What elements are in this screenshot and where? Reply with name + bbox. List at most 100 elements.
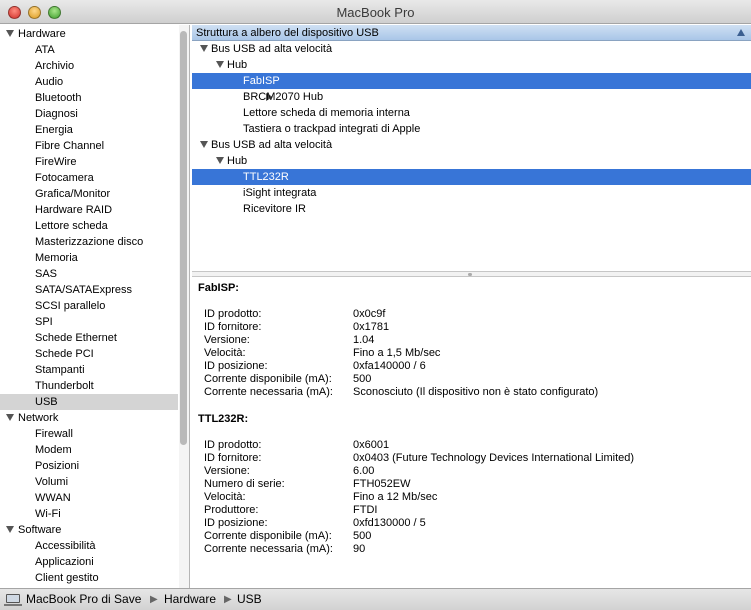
sidebar-item-energia[interactable]: Energia: [0, 122, 178, 138]
sidebar-item-lettore-scheda[interactable]: Lettore scheda: [0, 218, 178, 234]
sidebar-item-label: WWAN: [35, 492, 71, 504]
sidebar-item-modem[interactable]: Modem: [0, 442, 178, 458]
sidebar-item-sata-sataexpress[interactable]: SATA/SATAExpress: [0, 282, 178, 298]
sidebar-item-memoria[interactable]: Memoria: [0, 250, 178, 266]
sidebar-item-wwan[interactable]: WWAN: [0, 490, 178, 506]
disclosure-triangle-icon[interactable]: [6, 526, 14, 533]
tree-row[interactable]: Hub: [192, 57, 751, 73]
disclosure-triangle-icon[interactable]: [6, 414, 14, 421]
property-label: ID prodotto:: [204, 308, 262, 320]
property-label: Corrente necessaria (mA):: [204, 386, 333, 398]
sidebar-item-schede-ethernet[interactable]: Schede Ethernet: [0, 330, 178, 346]
sidebar-item-label: SATA/SATAExpress: [35, 284, 132, 296]
property-label: Velocità:: [204, 347, 246, 359]
disclosure-expanded-icon[interactable]: [216, 157, 224, 164]
sidebar-item-ata[interactable]: ATA: [0, 42, 178, 58]
sidebar-item-label: Grafica/Monitor: [35, 188, 111, 200]
tree-row[interactable]: iSight integrata: [192, 185, 751, 201]
sidebar-item-label: Energia: [35, 124, 73, 136]
property-label: ID posizione:: [204, 360, 268, 372]
tree-row-label: Bus USB ad alta velocità: [211, 139, 333, 151]
tree-row[interactable]: Tastiera o trackpad integrati di Apple: [192, 121, 751, 137]
sidebar-item-diagnosi[interactable]: Diagnosi: [0, 106, 178, 122]
property-value: Sconosciuto (Il dispositivo non è stato …: [353, 386, 599, 398]
property-label: Corrente necessaria (mA):: [204, 543, 333, 555]
property-label: ID fornitore:: [204, 321, 262, 333]
disclosure-expanded-icon[interactable]: [216, 61, 224, 68]
tree-row[interactable]: TTL232R: [192, 169, 751, 185]
tree-row[interactable]: Ricevitore IR: [192, 201, 751, 217]
sidebar-item-stampanti[interactable]: Stampanti: [0, 362, 178, 378]
sidebar-item-sas[interactable]: SAS: [0, 266, 178, 282]
system-information-window: MacBook Pro Hardware ATA Archivio Audio Blue…: [0, 0, 751, 610]
sidebar-item-audio[interactable]: Audio: [0, 74, 178, 90]
sidebar-item-masterizzazione-disco[interactable]: Masterizzazione disco: [0, 234, 178, 250]
sidebar-item-spi[interactable]: SPI: [0, 314, 178, 330]
sidebar-item-posizioni[interactable]: Posizioni: [0, 458, 178, 474]
tree-row-label: Lettore scheda di memoria interna: [243, 107, 410, 119]
sidebar-group-software[interactable]: Software: [0, 522, 178, 538]
sidebar-item-client-gestito[interactable]: Client gestito: [0, 570, 178, 586]
property-value: Fino a 12 Mb/sec: [353, 491, 438, 503]
sidebar-item-label: SPI: [35, 316, 53, 328]
property-value: 500: [353, 530, 372, 542]
property-label: Numero di serie:: [204, 478, 285, 490]
sidebar-item-label: Archivio: [35, 60, 75, 72]
sidebar-item-firewire[interactable]: FireWire: [0, 154, 178, 170]
sidebar-item-accessibilit[interactable]: Accessibilità: [0, 538, 178, 554]
tree-header-label: Struttura a albero del dispositivo USB: [196, 27, 379, 39]
sidebar-item-grafica-monitor[interactable]: Grafica/Monitor: [0, 186, 178, 202]
property-value: 0x0403 (Future Technology Devices Intern…: [353, 452, 635, 464]
sidebar-item-label: Memoria: [35, 252, 78, 264]
disclosure-triangle-icon[interactable]: [6, 30, 14, 37]
tree-row[interactable]: Bus USB ad alta velocità: [192, 137, 751, 153]
tree-row[interactable]: Hub: [192, 153, 751, 169]
tree-row[interactable]: BRCM2070 Hub: [192, 89, 751, 105]
sidebar-item-schede-pci[interactable]: Schede PCI: [0, 346, 178, 362]
tree-column-header[interactable]: Struttura a albero del dispositivo USB: [192, 25, 751, 41]
property-value: 0xfd130000 / 5: [353, 517, 426, 529]
sidebar-item-label: Network: [18, 412, 59, 424]
tree-row[interactable]: FabISP: [192, 73, 751, 89]
sidebar-scrollbar[interactable]: [179, 25, 189, 588]
sidebar-item-label: Bluetooth: [35, 92, 82, 104]
splitter-grip-icon: [468, 273, 472, 276]
tree-row[interactable]: Bus USB ad alta velocità: [192, 41, 751, 57]
sidebar-item-thunderbolt[interactable]: Thunderbolt: [0, 378, 178, 394]
sidebar-item-scsi-parallelo[interactable]: SCSI parallelo: [0, 298, 178, 314]
tree-row-label: BRCM2070 Hub: [243, 91, 324, 103]
sidebar-group-hardware[interactable]: Hardware: [0, 26, 178, 42]
property-label: ID posizione:: [204, 517, 268, 529]
property-value: FTH052EW: [353, 478, 411, 490]
property-value: 6.00: [353, 465, 375, 477]
tree-row-label: Ricevitore IR: [243, 203, 306, 215]
sidebar-group-network[interactable]: Network: [0, 410, 178, 426]
title-bar[interactable]: MacBook Pro: [0, 0, 751, 24]
sidebar-item-label: Schede PCI: [35, 348, 94, 360]
path-crumb[interactable]: Hardware: [164, 589, 216, 610]
path-crumb[interactable]: MacBook Pro di Save: [26, 589, 141, 610]
property-value: 0xfa140000 / 6: [353, 360, 426, 372]
category-sidebar: Hardware ATA Archivio Audio Bluetooth Diagnos…: [0, 25, 190, 588]
disclosure-expanded-icon[interactable]: [200, 141, 208, 148]
sidebar-item-firewall[interactable]: Firewall: [0, 426, 178, 442]
sidebar-item-fotocamera[interactable]: Fotocamera: [0, 170, 178, 186]
sidebar-item-label: Software: [18, 524, 62, 536]
sidebar-item-wi-fi[interactable]: Wi-Fi: [0, 506, 178, 522]
sidebar-item-label: Lettore scheda: [35, 220, 108, 232]
sidebar-item-applicazioni[interactable]: Applicazioni: [0, 554, 178, 570]
sidebar-item-volumi[interactable]: Volumi: [0, 474, 178, 490]
sidebar-scroll-thumb[interactable]: [180, 31, 187, 445]
sidebar-item-bluetooth[interactable]: Bluetooth: [0, 90, 178, 106]
path-crumb[interactable]: USB: [237, 589, 262, 610]
sidebar-item-usb[interactable]: USB: [0, 394, 178, 410]
sidebar-item-label: Fibre Channel: [35, 140, 105, 152]
tree-row[interactable]: Lettore scheda di memoria interna: [192, 105, 751, 121]
window-title: MacBook Pro: [336, 5, 415, 20]
property-label: Versione:: [204, 465, 250, 477]
sidebar-item-label: USB: [35, 396, 58, 408]
disclosure-expanded-icon[interactable]: [200, 45, 208, 52]
sidebar-item-archivio[interactable]: Archivio: [0, 58, 178, 74]
sidebar-item-fibre-channel[interactable]: Fibre Channel: [0, 138, 178, 154]
sidebar-item-hardware-raid[interactable]: Hardware RAID: [0, 202, 178, 218]
